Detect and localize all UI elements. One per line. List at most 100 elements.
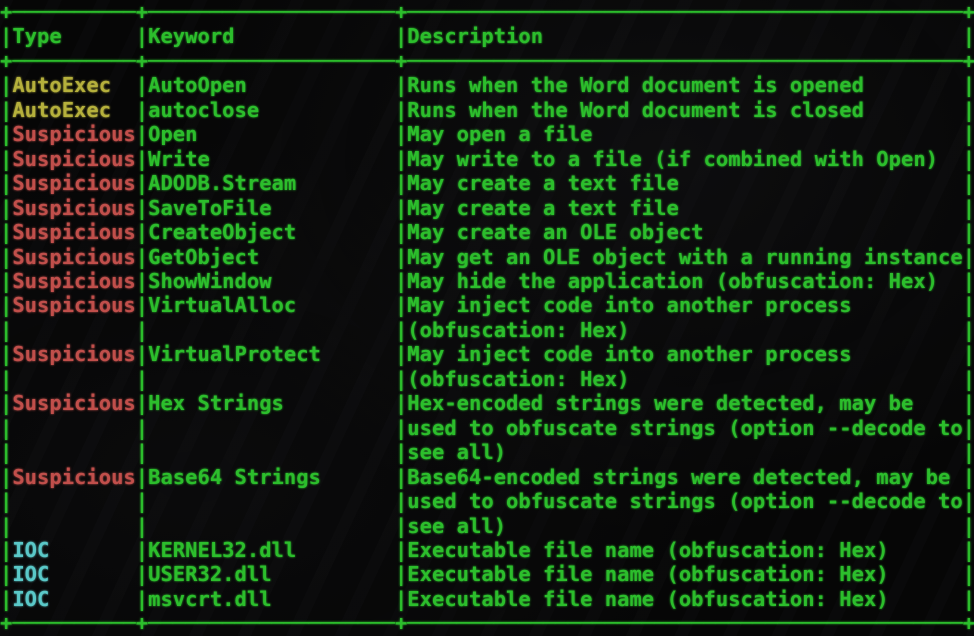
type-cell: AutoExec <box>12 98 135 122</box>
keyword-cell <box>148 318 395 342</box>
description-cell: (obfuscation: Hex) <box>407 318 962 342</box>
table-border: +──────────+────────────────────+───────… <box>0 49 974 73</box>
keyword-cell: ADODB.Stream <box>148 171 395 195</box>
table-row: | | |(obfuscation: Hex) | <box>0 367 974 391</box>
column-separator: | <box>136 318 148 342</box>
description-cell: May write to a file (if combined with Op… <box>407 147 962 171</box>
column-separator: | <box>136 122 148 146</box>
type-cell: IOC <box>12 538 135 562</box>
column-separator: | <box>395 514 407 538</box>
description-cell: May create a text file <box>407 196 962 220</box>
column-separator: | <box>136 587 148 611</box>
column-separator: | <box>395 318 407 342</box>
keyword-cell: autoclose <box>148 98 395 122</box>
column-separator: | <box>136 514 148 538</box>
column-separator: | <box>0 440 12 464</box>
type-cell <box>12 440 135 464</box>
keyword-cell: Open <box>148 122 395 146</box>
type-cell: Suspicious <box>12 220 135 244</box>
column-separator: | <box>395 24 407 48</box>
keyword-cell: VirtualAlloc <box>148 293 395 317</box>
table-row: |IOC |msvcrt.dll |Executable file name (… <box>0 587 974 611</box>
column-separator: | <box>136 293 148 317</box>
keyword-cell: USER32.dll <box>148 562 395 586</box>
keyword-cell: Base64 Strings <box>148 465 395 489</box>
description-cell: Runs when the Word document is opened <box>407 73 962 97</box>
column-separator: | <box>963 269 974 293</box>
column-header-keyword: Keyword <box>148 24 395 48</box>
column-separator: | <box>0 147 12 171</box>
type-cell: Suspicious <box>12 269 135 293</box>
type-cell <box>12 416 135 440</box>
table-row: |Suspicious|ADODB.Stream |May create a t… <box>0 171 974 195</box>
table-row: |Suspicious|Base64 Strings |Base64-encod… <box>0 465 974 489</box>
column-separator: | <box>0 171 12 195</box>
table-border-bottom: +──────────+────────────────────+───────… <box>0 611 974 635</box>
column-separator: | <box>136 367 148 391</box>
column-separator: | <box>0 196 12 220</box>
column-separator: | <box>395 416 407 440</box>
description-cell: see all) <box>407 514 962 538</box>
column-separator: | <box>395 391 407 415</box>
keyword-cell: AutoOpen <box>148 73 395 97</box>
column-separator: | <box>963 465 974 489</box>
column-separator: | <box>136 489 148 513</box>
column-separator: | <box>0 416 12 440</box>
column-separator: | <box>136 416 148 440</box>
column-separator: | <box>136 73 148 97</box>
column-separator: | <box>963 196 974 220</box>
type-cell <box>12 514 135 538</box>
column-separator: | <box>963 147 974 171</box>
keyword-cell <box>148 489 395 513</box>
column-separator: | <box>136 220 148 244</box>
description-cell: (obfuscation: Hex) <box>407 367 962 391</box>
column-separator: | <box>136 342 148 366</box>
table-row: | | |used to obfuscate strings (option -… <box>0 416 974 440</box>
column-separator: | <box>0 465 12 489</box>
keyword-cell: KERNEL32.dll <box>148 538 395 562</box>
column-separator: | <box>136 538 148 562</box>
description-cell: May inject code into another process <box>407 342 962 366</box>
column-separator: | <box>395 562 407 586</box>
description-cell: May open a file <box>407 122 962 146</box>
column-separator: | <box>963 587 974 611</box>
column-separator: | <box>0 122 12 146</box>
column-separator: | <box>0 342 12 366</box>
column-separator: | <box>395 538 407 562</box>
column-separator: | <box>136 147 148 171</box>
type-cell: IOC <box>12 587 135 611</box>
table-row: |Suspicious|GetObject |May get an OLE ob… <box>0 245 974 269</box>
table-border-top: +──────────+────────────────────+───────… <box>0 0 974 24</box>
column-separator: | <box>963 391 974 415</box>
table-row: | | |see all) | <box>0 440 974 464</box>
column-separator: | <box>0 318 12 342</box>
column-separator: | <box>136 465 148 489</box>
column-separator: | <box>0 98 12 122</box>
column-separator: | <box>395 122 407 146</box>
keyword-cell: CreateObject <box>148 220 395 244</box>
column-separator: | <box>136 171 148 195</box>
keyword-cell: msvcrt.dll <box>148 587 395 611</box>
description-cell: Runs when the Word document is closed <box>407 98 962 122</box>
column-separator: | <box>963 293 974 317</box>
column-separator: | <box>395 489 407 513</box>
table-row: |Suspicious|ShowWindow |May hide the app… <box>0 269 974 293</box>
table-row: |AutoExec |AutoOpen |Runs when the Word … <box>0 73 974 97</box>
type-cell: Suspicious <box>12 147 135 171</box>
table-border: +──────────+────────────────────+───────… <box>0 0 974 24</box>
column-separator: | <box>0 220 12 244</box>
column-separator: | <box>963 416 974 440</box>
table-border-header-separator: +──────────+────────────────────+───────… <box>0 49 974 73</box>
column-separator: | <box>963 562 974 586</box>
table-row: |Suspicious|VirtualProtect |May inject c… <box>0 342 974 366</box>
table-row: |Suspicious|Hex Strings |Hex-encoded str… <box>0 391 974 415</box>
type-cell: Suspicious <box>12 122 135 146</box>
column-separator: | <box>963 73 974 97</box>
column-separator: | <box>0 269 12 293</box>
keyword-cell <box>148 367 395 391</box>
column-separator: | <box>963 440 974 464</box>
type-cell <box>12 318 135 342</box>
description-cell: Base64-encoded strings were detected, ma… <box>407 465 962 489</box>
column-separator: | <box>395 171 407 195</box>
column-separator: | <box>395 293 407 317</box>
